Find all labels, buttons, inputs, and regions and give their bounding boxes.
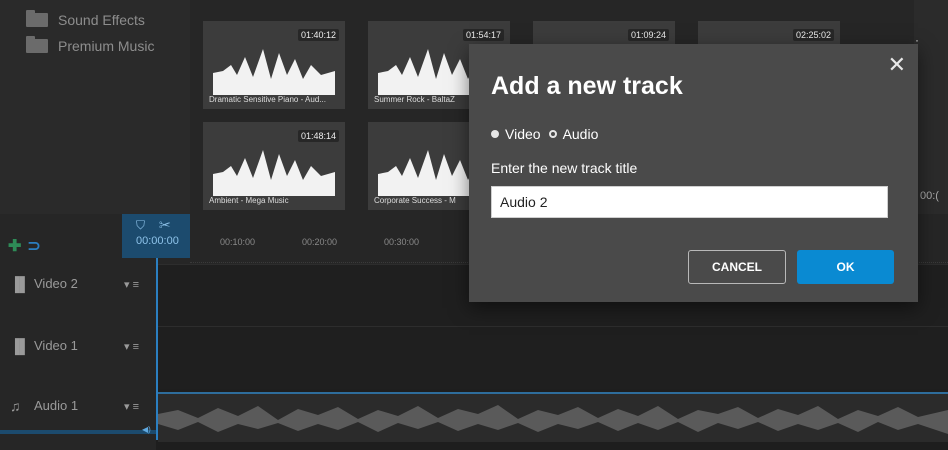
track-header-video-2[interactable]: ▐▌ Video 2 ▾ ≡ bbox=[0, 264, 156, 326]
timeline-tools: ✚ ⊃ bbox=[8, 236, 41, 256]
track-header-audio-1[interactable]: ♫ Audio 1 ▾ ≡ bbox=[0, 388, 156, 450]
track-menu-icon[interactable]: ▾ ≡ bbox=[124, 278, 139, 291]
cut-icon[interactable]: ✂ bbox=[159, 218, 185, 232]
volume-bar[interactable] bbox=[0, 430, 156, 434]
ruler-tick: 00:10:00 bbox=[220, 237, 256, 247]
radio-audio-label[interactable]: Audio bbox=[563, 126, 599, 142]
ruler-tick: 00:20:00 bbox=[302, 237, 338, 247]
tile-name: Dramatic Sensitive Piano - Aud... bbox=[209, 95, 326, 104]
media-tile[interactable]: 01:40:12 Dramatic Sensitive Piano - Aud.… bbox=[203, 21, 345, 109]
volume-icon[interactable]: ◀) bbox=[142, 425, 151, 434]
track-menu-icon[interactable]: ▾ ≡ bbox=[124, 400, 139, 413]
tile-name: Corporate Success - M bbox=[374, 196, 456, 205]
library-scroll-area bbox=[914, 0, 948, 214]
film-icon: ▐▌ bbox=[10, 338, 30, 354]
cancel-button[interactable]: CANCEL bbox=[688, 250, 786, 284]
track-name: Video 1 bbox=[34, 338, 78, 353]
folder-list: Sound Effects Premium Music bbox=[0, 0, 190, 214]
tile-duration: 01:48:14 bbox=[297, 130, 339, 142]
radio-audio[interactable] bbox=[548, 130, 557, 138]
audio-clip[interactable] bbox=[158, 392, 948, 442]
track-header-video-1[interactable]: ▐▌ Video 1 ▾ ≡ bbox=[0, 326, 156, 388]
tile-duration-peek: 00:( bbox=[920, 190, 939, 202]
track-name: Video 2 bbox=[34, 276, 78, 291]
radio-video-label[interactable]: Video bbox=[505, 126, 541, 142]
folder-premium-music[interactable]: Premium Music bbox=[26, 36, 154, 56]
tile-name: Summer Rock - BaltaZ bbox=[374, 95, 455, 104]
folder-icon bbox=[26, 10, 48, 27]
tile-duration: 01:40:12 bbox=[297, 29, 339, 41]
media-tile[interactable]: 01:48:14 Ambient - Mega Music bbox=[203, 122, 345, 210]
dialog-title: Add a new track bbox=[491, 72, 683, 100]
tile-duration: 01:54:17 bbox=[462, 29, 504, 41]
film-icon: ▐▌ bbox=[10, 276, 30, 292]
tile-duration: 01:09:24 bbox=[627, 29, 669, 41]
folder-sound-effects[interactable]: Sound Effects bbox=[26, 10, 145, 30]
music-note-icon: ♫ bbox=[10, 398, 21, 414]
ok-button[interactable]: OK bbox=[797, 250, 894, 284]
close-icon[interactable]: ✕ bbox=[888, 54, 906, 76]
folder-label: Sound Effects bbox=[58, 12, 145, 28]
track-title-label: Enter the new track title bbox=[491, 160, 638, 176]
tile-name: Ambient - Mega Music bbox=[209, 196, 289, 205]
marker-icon[interactable]: ⛉ bbox=[136, 218, 159, 232]
folder-label: Premium Music bbox=[58, 38, 155, 54]
folder-icon bbox=[26, 36, 48, 53]
add-track-icon[interactable]: ✚ bbox=[8, 236, 21, 256]
ruler-tick: 00:30:00 bbox=[384, 237, 420, 247]
redo-icon[interactable]: ⊃ bbox=[27, 236, 40, 256]
track-name: Audio 1 bbox=[34, 398, 79, 413]
waveform-icon bbox=[213, 150, 335, 196]
playhead-tools: ⛉✂ bbox=[136, 218, 185, 233]
playhead-time: 00:00:00 bbox=[136, 235, 179, 247]
track-type-radio-group: Video Audio bbox=[491, 126, 606, 142]
audio-waveform bbox=[158, 405, 948, 434]
add-track-dialog: ✕ Add a new track Video Audio Enter the … bbox=[469, 44, 918, 302]
radio-video[interactable] bbox=[491, 130, 499, 138]
waveform-icon bbox=[213, 49, 335, 95]
track-title-input[interactable] bbox=[491, 186, 888, 218]
track-menu-icon[interactable]: ▾ ≡ bbox=[124, 340, 139, 353]
track-lane-video-1[interactable] bbox=[158, 326, 948, 389]
tile-duration: 02:25:02 bbox=[792, 29, 834, 41]
playhead-line[interactable] bbox=[156, 258, 158, 440]
